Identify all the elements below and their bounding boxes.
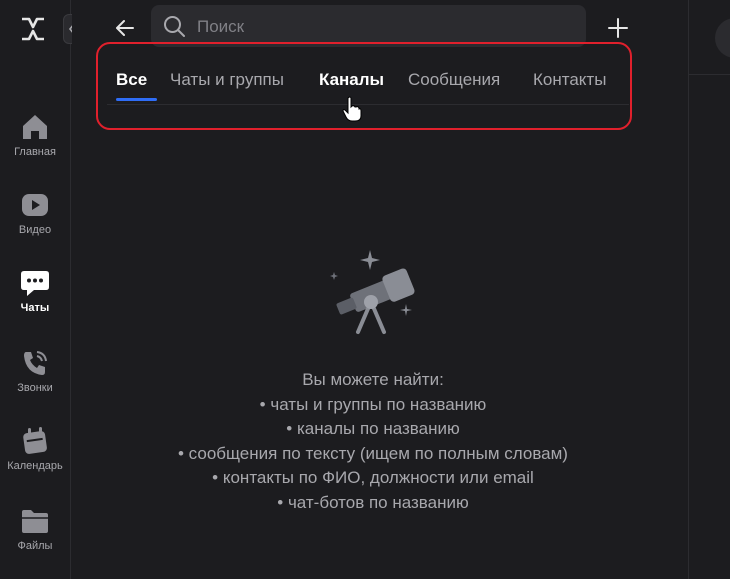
search-input[interactable] — [195, 13, 579, 41]
avatar[interactable] — [715, 18, 730, 58]
sidebar-item-label: Календарь — [7, 460, 63, 472]
sidebar-item-calls[interactable]: Звонки — [0, 348, 70, 394]
sidebar-item-video[interactable]: Видео — [0, 190, 70, 236]
hints-title: Вы можете найти: — [302, 370, 444, 389]
search-hints: Вы можете найти: • чаты и группы по назв… — [100, 368, 646, 515]
plus-icon[interactable] — [606, 16, 630, 40]
sidebar-item-label: Файлы — [17, 540, 53, 552]
sidebar-item-chats[interactable]: Чаты — [0, 268, 70, 314]
home-icon — [23, 115, 47, 139]
hint-item: • каналы по названию — [286, 419, 460, 438]
telescope-icon — [330, 250, 415, 334]
sidebar-item-home[interactable]: Главная — [0, 112, 70, 158]
phone-icon — [24, 351, 47, 375]
sidebar-item-label: Видео — [18, 224, 52, 236]
right-panel — [688, 0, 730, 579]
sidebar-item-label: Главная — [14, 146, 56, 158]
search-bar[interactable] — [151, 5, 586, 47]
hint-item: • сообщения по тексту (ищем по полным сл… — [178, 443, 568, 463]
hint-item: • чат-ботов по названию — [277, 492, 469, 512]
sidebar-item-calendar[interactable]: Календарь — [0, 426, 70, 472]
sidebar-item-label: Чаты — [20, 302, 50, 314]
sidebar-item-label: Звонки — [17, 382, 53, 394]
sidebar-item-files[interactable]: Файлы — [0, 506, 70, 552]
hint-item: • контакты по ФИО, должности или email — [212, 468, 534, 487]
back-arrow-icon[interactable] — [113, 16, 137, 40]
chat-icon — [21, 271, 49, 296]
hand-cursor-icon — [342, 96, 362, 122]
hint-item: • чаты и группы по названию — [259, 394, 487, 414]
app-logo-icon[interactable] — [20, 16, 46, 42]
folder-icon — [22, 510, 48, 533]
left-rail: Главная Видео Чаты Звонки Календарь Файл… — [0, 0, 71, 579]
highlight-annotation — [96, 42, 632, 130]
divider — [689, 74, 730, 75]
search-icon — [164, 16, 185, 37]
calendar-icon — [23, 427, 47, 454]
video-icon — [22, 194, 48, 216]
